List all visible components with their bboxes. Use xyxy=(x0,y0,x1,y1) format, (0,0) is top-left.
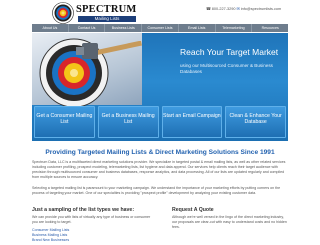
email-link[interactable]: info@spectrumlists.com xyxy=(241,7,281,11)
business-list-button[interactable]: Get a Business Mailing List xyxy=(97,106,159,138)
consumer-list-button[interactable]: Get a Consumer Mailing List xyxy=(34,106,95,138)
nav-business-lists[interactable]: Business Lists xyxy=(105,24,143,32)
phone-icon: ☎ xyxy=(206,7,211,11)
main-nav: About Us Contact Us Business Lists Consu… xyxy=(32,24,288,32)
request-quote-text: Although we're well versed in the lingo … xyxy=(172,215,287,229)
request-quote-heading[interactable]: Request A Quote xyxy=(172,207,214,213)
logo[interactable]: SPECTRUM Mailing Lists xyxy=(52,2,144,24)
nav-about-us[interactable]: About Us xyxy=(32,24,69,32)
phone-number[interactable]: 800-227-3290 xyxy=(212,7,236,11)
nav-resources[interactable]: Resources xyxy=(252,24,288,32)
list-types-text: We can provide you with lists of virtual… xyxy=(32,215,151,224)
clean-database-button[interactable]: Clean & Enhance Your Database xyxy=(225,106,286,138)
list-item[interactable]: Brand New Businesses xyxy=(32,238,69,243)
contact-info: ☎ 800-227-3290 ✉ info@spectrumlists.com xyxy=(206,6,281,11)
nav-contact-us[interactable]: Contact Us xyxy=(69,24,106,32)
target-logo-icon xyxy=(52,2,74,24)
list-types-list: Consumer Mailing Lists Business Mailing … xyxy=(32,228,69,243)
email-campaign-button[interactable]: Start an Email Campaign xyxy=(161,106,223,138)
brand-tagline: Mailing Lists xyxy=(78,16,136,22)
nav-consumer-lists[interactable]: Consumer Lists xyxy=(142,24,179,32)
hero-subtitle: using our Multisourced Consumer & Busine… xyxy=(180,63,273,74)
hero-buttons: Get a Consumer Mailing List Get a Busine… xyxy=(34,106,286,138)
brand-name: SPECTRUM xyxy=(76,4,137,15)
email-icon: ✉ xyxy=(236,7,240,11)
page-headline: Providing Targeted Mailing Lists & Direc… xyxy=(45,149,275,156)
targeting-paragraph: Selecting a targeted mailing list is par… xyxy=(32,186,281,195)
nav-email-lists[interactable]: Email Lists xyxy=(179,24,216,32)
hammer-icon xyxy=(76,41,142,59)
list-types-heading: Just a sampling of the list types we hav… xyxy=(32,207,135,213)
hero-image xyxy=(32,33,142,108)
intro-paragraph: Spectrum Data, LLC is a multifaceted dir… xyxy=(32,160,286,179)
hero-title: Reach Your Target Market xyxy=(180,47,279,57)
hero-banner: Reach Your Target Market using our Multi… xyxy=(32,33,288,141)
nav-telemarketing[interactable]: Telemarketing xyxy=(216,24,253,32)
